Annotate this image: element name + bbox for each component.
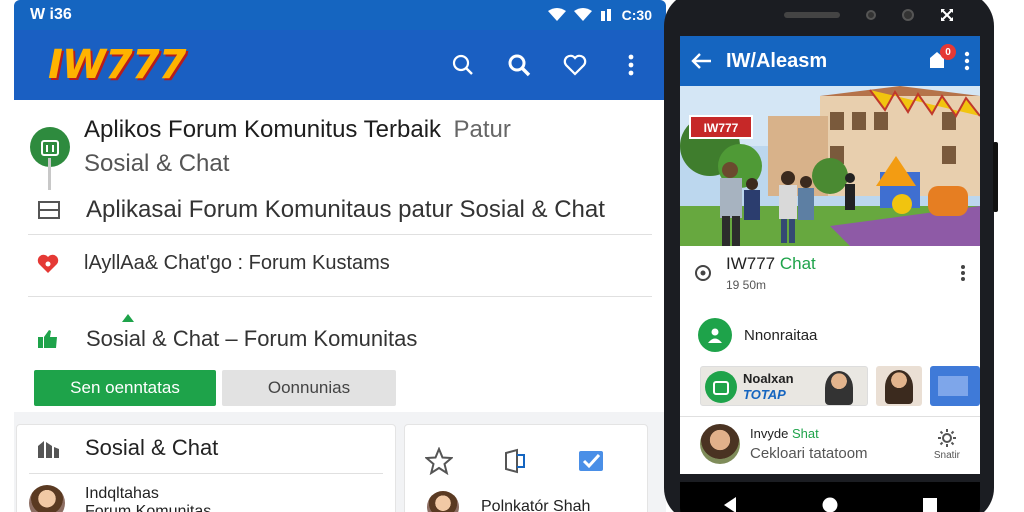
active-tab-caret	[122, 314, 134, 322]
app-bar: IW777	[14, 30, 666, 100]
thumb-graphic	[938, 376, 968, 396]
phone-app-bar: IW/Aleasm 0	[680, 36, 980, 86]
more-vert-icon[interactable]	[618, 52, 644, 78]
star-icon[interactable]	[425, 447, 453, 475]
checkbox-icon[interactable]	[577, 447, 605, 475]
phone-screen: IW/Aleasm 0 IW777 IW777 Chat 19 50m Nnon…	[680, 36, 980, 474]
chat-title-prefix: IW777	[726, 254, 776, 273]
chat-forum-text: lAyllAa& Chat'go : Forum Kustams	[84, 252, 390, 274]
community-label: Nnonraitaa	[744, 326, 818, 344]
speaker	[784, 12, 840, 18]
avatar[interactable]	[29, 485, 65, 512]
forum-list-panel: Aplikos Forum Komunitus Terbaik Patur So…	[14, 100, 666, 412]
divider	[29, 473, 383, 474]
actions-card: Polnkatór Shah	[404, 424, 648, 512]
wifi-icon	[547, 8, 566, 21]
clock-icon	[695, 265, 711, 281]
status-time: C:30	[621, 7, 652, 23]
timeline-line	[48, 158, 51, 190]
avatar	[825, 371, 853, 405]
notification-badge: 0	[940, 44, 956, 60]
avatar	[700, 424, 740, 464]
join-community-button[interactable]: Sen oenntatas	[34, 370, 216, 406]
chat-subtitle: 19 50m	[726, 278, 767, 292]
recents-nav-icon[interactable]	[922, 497, 938, 512]
app-logo[interactable]: IW777	[48, 42, 186, 88]
invite-title-suffix: Shat	[791, 426, 819, 441]
avatar[interactable]	[427, 491, 459, 512]
sosial-chat-text: Sosial & Chat – Forum Komunitas	[86, 326, 418, 351]
more-vert-icon[interactable]	[960, 264, 966, 282]
divider	[28, 296, 652, 297]
community-list-item[interactable]: Nnonraitaa	[680, 318, 980, 352]
phone-top-bezel	[664, 0, 994, 30]
list-item-sosial-chat[interactable]: Sosial & Chat – Forum Komunitas	[36, 326, 417, 352]
forum-icon	[705, 371, 737, 403]
invite-subtitle: Cekloari tatatoom	[750, 445, 868, 462]
front-camera	[902, 9, 914, 21]
signal-icon	[573, 8, 592, 21]
home-nav-icon[interactable]	[821, 496, 839, 512]
camera	[866, 10, 876, 20]
thumbs-up-icon	[38, 330, 57, 348]
back-nav-icon[interactable]	[722, 496, 738, 512]
status-left-text: W i36	[30, 6, 72, 23]
invite-action[interactable]: Snatir	[934, 428, 960, 461]
tablet-screen: W i36 C:30 IW777 Aplikos Forum Komunitus…	[14, 0, 666, 512]
expand-icon	[941, 9, 953, 21]
invite-action-label: Snatir	[933, 449, 960, 461]
phone-device: IW/Aleasm 0 IW777 IW777 Chat 19 50m Nnon…	[664, 0, 998, 512]
hero-image: IW777	[680, 86, 980, 246]
more-vert-icon[interactable]	[964, 51, 970, 71]
hero-sign-text: IW777	[704, 121, 739, 135]
invite-title-prefix: Invyde	[750, 426, 789, 441]
community-thumb[interactable]: Noalxan TOTAP	[700, 366, 868, 406]
status-bar: W i36 C:30	[14, 0, 666, 30]
system-nav-bar	[680, 482, 980, 512]
search-icon[interactable]	[450, 52, 476, 78]
forum-main-title: Aplikos Forum Komunitus Terbaik	[84, 116, 442, 143]
back-arrow-icon[interactable]	[690, 52, 712, 70]
list-item-chat-forum[interactable]: lAyllAa& Chat'go : Forum Kustams	[36, 252, 390, 275]
divider	[28, 234, 652, 235]
home-icon	[38, 441, 59, 458]
card-user-sub: Forum Komunitas	[85, 503, 212, 512]
zoom-search-icon[interactable]	[506, 52, 532, 78]
battery-icon	[600, 9, 611, 21]
thumb-line1: Noalxan	[743, 371, 794, 386]
card-user-name: Indqltahas	[85, 485, 159, 502]
list-item-forum-app[interactable]: Aplikasai Forum Komunitaus patur Sosial …	[38, 196, 605, 224]
chat-title-suffix: Chat	[779, 254, 816, 273]
heart-icon[interactable]	[562, 52, 588, 78]
settings-icon	[937, 428, 956, 447]
forum-main-subtitle: Sosial & Chat	[84, 150, 230, 177]
thumb-line2: TOTAP	[743, 387, 786, 402]
notification-bell-icon[interactable]: 0	[924, 44, 956, 74]
card-title: Sosial & Chat	[85, 435, 219, 460]
list-icon	[38, 201, 60, 219]
forum-app-text: Aplikasai Forum Komunitaus patur Sosial …	[86, 196, 605, 223]
list-item-forum-main[interactable]: Aplikos Forum Komunitus Terbaik Patur So…	[30, 116, 511, 178]
chat-list-item[interactable]: IW777 Chat 19 50m	[680, 254, 980, 292]
communities-button[interactable]: Oonnunias	[222, 370, 396, 406]
community-thumb[interactable]	[876, 366, 922, 406]
profile-icon	[698, 318, 732, 352]
sosial-chat-card[interactable]: Sosial & Chat Indqltahas Forum Komunitas	[16, 424, 396, 512]
card-b-user-name: Polnkatór Shah	[481, 498, 591, 512]
share-icon[interactable]	[501, 447, 529, 475]
side-button	[993, 142, 998, 212]
community-thumb[interactable]	[930, 366, 980, 406]
forum-main-title-tail: Patur	[453, 116, 511, 143]
invite-list-item[interactable]: Invyde Shat Cekloari tatatoom Snatir	[680, 424, 980, 464]
heart-badge-icon	[37, 254, 59, 273]
divider	[680, 416, 980, 417]
phone-app-title: IW/Aleasm	[726, 49, 828, 72]
avatar	[885, 370, 913, 404]
